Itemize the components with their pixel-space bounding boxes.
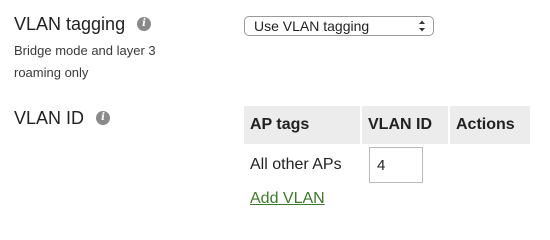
table-row: All other APs: [244, 144, 530, 186]
actions-cell: [449, 144, 530, 186]
column-header-ap-tags: AP tags: [244, 106, 362, 144]
select-arrows-icon: [419, 20, 425, 32]
info-icon[interactable]: i: [96, 111, 111, 125]
vlan-id-input[interactable]: [369, 147, 423, 183]
vlan-tagging-label-row: VLAN tagging i: [14, 14, 152, 34]
vlan-id-label-row: VLAN ID i: [14, 108, 111, 128]
info-icon[interactable]: i: [137, 17, 152, 31]
vlan-tagging-description: Bridge mode and layer 3 roaming only: [14, 40, 204, 84]
column-header-actions: Actions: [449, 106, 530, 144]
vlan-tagging-label: VLAN tagging: [14, 14, 126, 34]
add-vlan-link[interactable]: Add VLAN: [250, 190, 325, 208]
ap-tags-cell: All other APs: [250, 156, 342, 173]
table-header-row: AP tags VLAN ID Actions: [244, 106, 530, 144]
vlan-id-cell: [361, 144, 449, 186]
vlan-tagging-description-line1: Bridge mode and layer 3: [14, 43, 156, 58]
vlan-table: AP tags VLAN ID Actions All other APs: [244, 106, 530, 186]
vlan-tagging-description-line2: roaming only: [14, 65, 89, 80]
vlan-tagging-select-value: Use VLAN tagging: [254, 18, 370, 34]
vlan-id-label: VLAN ID: [14, 108, 85, 128]
column-header-vlan-id: VLAN ID: [361, 106, 450, 144]
vlan-tagging-select[interactable]: Use VLAN tagging: [244, 16, 434, 36]
